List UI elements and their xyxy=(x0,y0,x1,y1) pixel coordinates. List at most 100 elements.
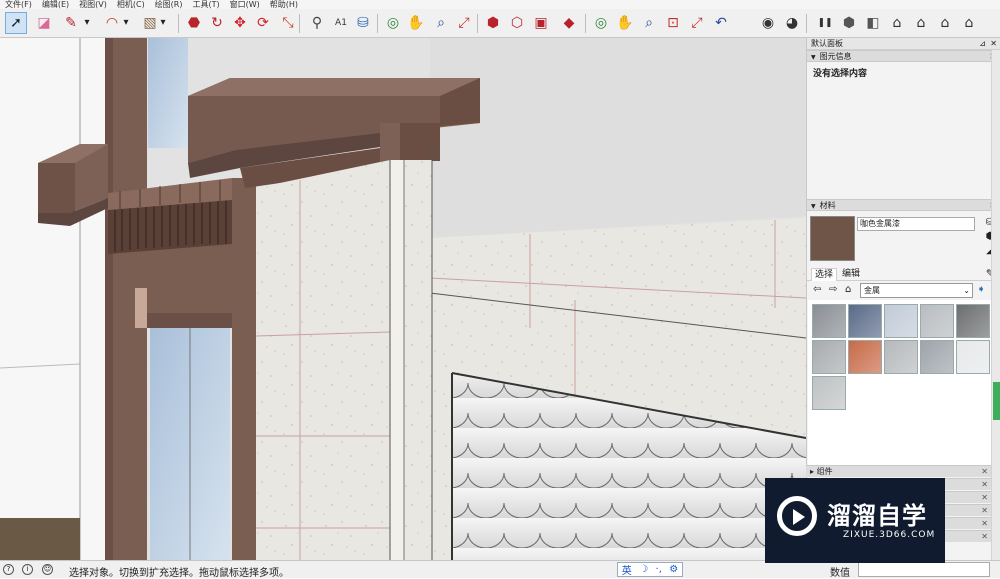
ime-toolbar[interactable]: 英 ☽ ·, ⚙ xyxy=(617,562,683,577)
back-arrow-icon[interactable]: ⇦ xyxy=(813,284,821,295)
entity-info-header[interactable]: ▼图元信息 ✕ xyxy=(807,50,1000,62)
components-header[interactable]: ▸ 组件 ✕ xyxy=(806,465,991,477)
geo-location-icon[interactable]: ? xyxy=(3,564,14,575)
orbit-tool-2[interactable]: ◎ xyxy=(590,12,612,34)
menu-help[interactable]: 帮助(H) xyxy=(265,1,303,9)
close-panel-icon[interactable]: ✕ xyxy=(981,531,988,542)
watermark-title: 溜溜自学 xyxy=(827,502,927,530)
ime-language[interactable]: 英 xyxy=(622,562,632,577)
watermark: 溜溜自学 ZIXUE.3D66.COM xyxy=(765,478,945,563)
paint-bucket-tool[interactable]: ⛁ xyxy=(352,12,374,34)
menu-tools[interactable]: 工具(T) xyxy=(188,1,225,9)
back-view[interactable]: ⌂ xyxy=(934,12,956,34)
measurements-box[interactable] xyxy=(858,562,990,577)
tab-select[interactable]: 选择 xyxy=(811,268,838,281)
tab-edit[interactable]: 编辑 xyxy=(839,268,863,281)
scale-tool[interactable]: ⤡ xyxy=(277,12,299,34)
collapse-triangle-icon: ▼ xyxy=(811,54,816,61)
zoom-window-tool[interactable]: ⊡ xyxy=(662,12,684,34)
front-view[interactable]: ⌂ xyxy=(886,12,908,34)
previous-view-tool[interactable]: ↶ xyxy=(710,12,732,34)
close-icon[interactable]: ✕ xyxy=(990,38,997,50)
punctuation-icon[interactable]: ·, xyxy=(656,564,662,575)
close-panel-icon[interactable]: ✕ xyxy=(981,466,988,477)
zoom-tool-2[interactable]: ⌕ xyxy=(638,12,660,34)
move-tool[interactable]: ✥ xyxy=(229,12,251,34)
left-view[interactable]: ⌂ xyxy=(958,12,980,34)
model-scene xyxy=(0,38,806,560)
material-thumb-diamond-plate[interactable] xyxy=(884,340,918,374)
right-view[interactable]: ⌂ xyxy=(910,12,932,34)
close-panel-icon[interactable]: ✕ xyxy=(981,492,988,503)
tray-scrollbar[interactable] xyxy=(991,50,1000,560)
close-panel-icon[interactable]: ✕ xyxy=(981,479,988,490)
material-name-field[interactable]: 咖色金属漆 xyxy=(857,217,975,231)
close-panel-icon[interactable]: ✕ xyxy=(981,518,988,529)
follow-me-tool[interactable]: ↻ xyxy=(206,12,228,34)
material-thumb-silver-metal[interactable] xyxy=(920,304,954,338)
home-icon[interactable]: ⌂ xyxy=(845,284,851,295)
details-arrow-icon[interactable]: ➧ xyxy=(977,284,985,295)
menu-camera[interactable]: 相机(C) xyxy=(112,1,150,9)
zoom-tool[interactable]: ⌕ xyxy=(430,12,452,34)
send-to-layout-tool[interactable]: ▣ xyxy=(530,12,552,34)
pin-icon[interactable]: ⊿ xyxy=(979,38,986,50)
position-camera-tool[interactable]: ◉ xyxy=(757,12,779,34)
material-thumb-dark-metal[interactable] xyxy=(956,304,990,338)
zoom-extents-tool[interactable]: ⤢ xyxy=(453,12,475,34)
line-dropdown[interactable]: ▾ xyxy=(82,12,92,34)
toolbar-separator xyxy=(299,14,300,33)
watermark-url: ZIXUE.3D66.COM xyxy=(843,530,936,540)
moon-icon[interactable]: ☽ xyxy=(639,564,648,575)
rotate-tool[interactable]: ⟳ xyxy=(252,12,274,34)
top-view[interactable]: ◧ xyxy=(862,12,884,34)
toolbar-separator xyxy=(178,14,179,33)
chevron-down-icon: ⌄ xyxy=(963,286,970,295)
material-thumb-brushed-steel[interactable] xyxy=(920,340,954,374)
text-tool[interactable]: A1 xyxy=(330,12,352,34)
credits-icon[interactable]: i xyxy=(22,564,33,575)
menu-edit[interactable]: 编辑(E) xyxy=(37,1,74,9)
menu-draw[interactable]: 绘图(R) xyxy=(150,1,188,9)
pan-tool[interactable]: ✋ xyxy=(405,12,427,34)
extension-warehouse-tool[interactable]: ◆ xyxy=(558,12,580,34)
line-tool[interactable]: ✎ xyxy=(60,12,82,34)
material-thumb-light-blue-metal[interactable] xyxy=(884,304,918,338)
close-panel-icon[interactable]: ✕ xyxy=(981,505,988,516)
forward-arrow-icon[interactable]: ⇨ xyxy=(829,284,837,295)
look-around-tool[interactable]: ◕ xyxy=(781,12,803,34)
rectangle-dropdown[interactable]: ▾ xyxy=(158,12,168,34)
orbit-tool[interactable]: ◎ xyxy=(382,12,404,34)
eraser-tool[interactable]: ◪ xyxy=(33,12,55,34)
material-thumb-aluminum[interactable] xyxy=(812,376,846,410)
warehouse-tool[interactable]: ⬢ xyxy=(482,12,504,34)
library-select[interactable]: 金属 ⌄ xyxy=(860,283,973,298)
toolbar-separator xyxy=(377,14,378,33)
share-model-tool[interactable]: ⬡ xyxy=(506,12,528,34)
push-pull-tool[interactable]: ⬣ xyxy=(183,12,205,34)
walk-tool[interactable]: ❚❚ xyxy=(814,12,836,34)
menu-view[interactable]: 视图(V) xyxy=(74,1,112,9)
user-icon[interactable]: ☺ xyxy=(42,564,53,575)
settings-icon[interactable]: ⚙ xyxy=(669,564,678,575)
select-tool[interactable]: ➚ xyxy=(5,12,27,34)
zoom-extents-tool-2[interactable]: ⤢ xyxy=(686,12,708,34)
menu-window[interactable]: 窗口(W) xyxy=(225,1,265,9)
iso-view[interactable]: ⬢ xyxy=(838,12,860,34)
scrollbar-thumb[interactable] xyxy=(993,382,1000,420)
material-swatch[interactable] xyxy=(810,216,855,261)
material-thumb-blue-steel[interactable] xyxy=(848,304,882,338)
materials-nav: ⇦ ⇨ ⌂ 金属 ⌄ ➧ xyxy=(807,281,1000,300)
material-thumb-corrugated-metal[interactable] xyxy=(812,340,846,374)
model-viewport[interactable] xyxy=(0,38,806,560)
tape-measure-tool[interactable]: ⚲ xyxy=(306,12,328,34)
materials-header[interactable]: ▼材料 ✕ xyxy=(807,199,1000,211)
materials-tabs: 选择 编辑 ✎ xyxy=(807,267,1000,281)
material-thumb-polished-metal[interactable] xyxy=(956,340,990,374)
material-thumb-metal-pattern[interactable] xyxy=(812,304,846,338)
menu-file[interactable]: 文件(F) xyxy=(0,1,37,9)
arc-tool[interactable]: ◠ xyxy=(101,12,123,34)
material-thumb-rusted-metal[interactable] xyxy=(848,340,882,374)
arc-dropdown[interactable]: ▾ xyxy=(121,12,131,34)
pan-tool-2[interactable]: ✋ xyxy=(614,12,636,34)
